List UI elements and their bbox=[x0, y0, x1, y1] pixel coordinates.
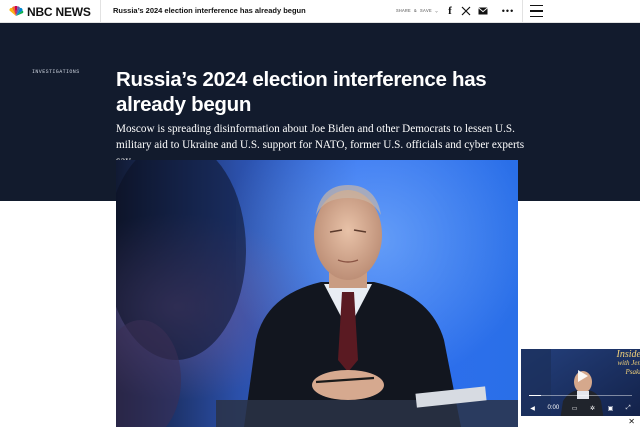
video-show-title: Inside with Jen Psaki bbox=[609, 350, 640, 377]
hamburger-line bbox=[530, 5, 543, 7]
play-icon[interactable] bbox=[574, 368, 590, 384]
hamburger-line bbox=[530, 15, 543, 17]
chevron-down-icon: ⌄ bbox=[435, 8, 439, 14]
lead-photo-illustration bbox=[116, 160, 518, 427]
more-options-button[interactable]: ••• bbox=[501, 4, 515, 18]
top-nav: NBC NEWS Russia’s 2024 election interfer… bbox=[0, 0, 640, 23]
nbc-news-logo[interactable]: NBC NEWS bbox=[8, 4, 91, 19]
email-share-button[interactable] bbox=[477, 4, 489, 18]
video-progress-fill bbox=[529, 394, 542, 396]
lead-photo bbox=[116, 160, 518, 427]
nav-divider bbox=[522, 0, 523, 23]
show-title-line2: with Jen Psaki bbox=[617, 359, 640, 376]
nav-article-headline: Russia’s 2024 election interference has … bbox=[113, 6, 306, 15]
facebook-icon: f bbox=[448, 5, 452, 17]
mail-icon bbox=[478, 7, 488, 15]
page: NBC NEWS Russia’s 2024 election interfer… bbox=[0, 0, 640, 427]
video-close-bar: ✕ bbox=[521, 416, 640, 427]
nav-divider bbox=[100, 0, 101, 23]
close-icon[interactable]: ✕ bbox=[628, 416, 635, 427]
share-save-button[interactable]: SHARE & SAVE ⌄ bbox=[396, 8, 438, 14]
facebook-share-button[interactable]: f bbox=[445, 4, 455, 18]
volume-icon[interactable]: ◀︎ bbox=[530, 405, 535, 412]
video-controls: ◀︎ 0:00 ▭ ✲ ▣ ⤢ bbox=[521, 400, 640, 416]
menu-button[interactable] bbox=[530, 5, 543, 17]
picture-in-picture-icon[interactable]: ▣ bbox=[608, 405, 614, 412]
peacock-icon bbox=[9, 5, 24, 16]
section-label[interactable]: INVESTIGATIONS bbox=[32, 69, 80, 75]
article-title: Russia’s 2024 election interference has … bbox=[116, 68, 487, 116]
x-share-button[interactable] bbox=[460, 4, 472, 18]
hamburger-line bbox=[530, 10, 543, 12]
brand-name: NBC NEWS bbox=[27, 4, 91, 19]
fullscreen-icon[interactable]: ⤢ bbox=[626, 405, 631, 412]
share-save-label: SHARE & SAVE bbox=[396, 9, 433, 14]
settings-icon[interactable]: ✲ bbox=[590, 405, 595, 412]
video-progress-bar[interactable] bbox=[529, 394, 632, 396]
more-icon: ••• bbox=[501, 6, 515, 16]
video-time: 0:00 bbox=[547, 405, 560, 411]
captions-icon[interactable]: ▭ bbox=[572, 405, 578, 412]
x-icon bbox=[461, 6, 471, 16]
